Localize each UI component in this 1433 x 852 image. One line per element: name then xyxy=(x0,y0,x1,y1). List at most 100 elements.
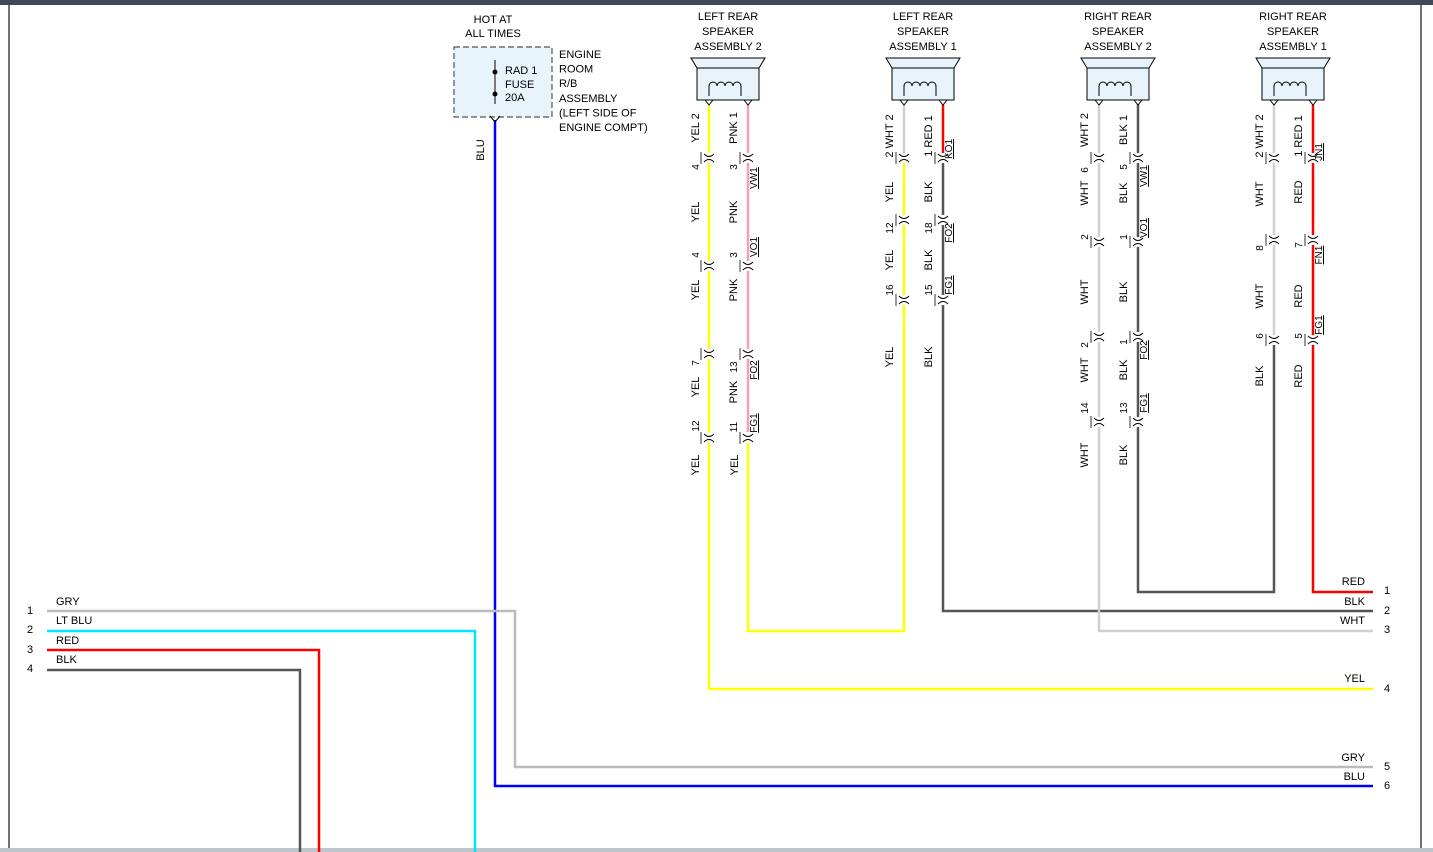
wire-color-label: PNK xyxy=(728,200,740,223)
fuse-block: HOT AT ALL TIMES RAD 1 FUSE 20A ENGINE RO… xyxy=(453,14,648,161)
wiring-diagram: HOT AT ALL TIMES RAD 1 FUSE 20A ENGINE RO… xyxy=(0,0,1433,852)
connector-break xyxy=(1093,237,1105,247)
connector-break xyxy=(1093,153,1105,163)
speaker-name-line: SPEAKER xyxy=(897,26,949,38)
wire-color-label: BLK xyxy=(923,346,935,367)
connector-break xyxy=(1307,235,1319,245)
wire-color-label: WHT xyxy=(1079,357,1091,382)
pin-number: 7 xyxy=(1294,242,1305,248)
wire-color-label: 2 WHT 2 xyxy=(884,114,896,157)
connector-break xyxy=(1132,417,1144,427)
fuse-wire-color: BLU xyxy=(475,139,487,160)
right-wire-label-4: YEL xyxy=(1344,673,1365,685)
pin-number: 15 xyxy=(924,284,935,296)
pin-number: 14 xyxy=(1080,402,1091,414)
speaker-terminal xyxy=(704,99,714,106)
pin-number: 11 xyxy=(729,421,740,432)
connector-break xyxy=(1268,153,1280,163)
pin-number: 2 xyxy=(1080,234,1091,240)
pin-number: 12 xyxy=(691,420,702,432)
connector-break xyxy=(1268,235,1280,245)
wire-color-label: BLK xyxy=(1118,444,1130,465)
wire-color-label: WHT xyxy=(1079,442,1091,467)
fuse-terminal-top xyxy=(492,69,498,75)
connector-id: KO1 xyxy=(944,139,955,159)
left-wire-label-1: GRY xyxy=(56,596,80,608)
connector-break xyxy=(1268,335,1280,345)
pin-number: 13 xyxy=(1119,402,1130,414)
bottom-border xyxy=(0,848,1433,852)
right-wire-label-3: WHT xyxy=(1340,615,1365,627)
speaker-name-line: ASSEMBLY 1 xyxy=(889,41,956,53)
wires xyxy=(47,104,1373,852)
fuse-label-2: FUSE xyxy=(505,79,534,91)
fuse-assembly-line: ASSEMBLY xyxy=(559,93,618,105)
wire-color-label: WHT xyxy=(1254,283,1266,308)
wire-left-ltblu xyxy=(47,629,477,852)
wire-color-label: BLK xyxy=(1118,359,1130,380)
left-wire-label-3: RED xyxy=(56,635,79,647)
speaker-name-line: SPEAKER xyxy=(702,26,754,38)
wire-color-label: YEL xyxy=(729,455,741,476)
speaker-terminal xyxy=(1308,99,1318,106)
connector-break xyxy=(703,153,715,163)
wire-color-label: WHT xyxy=(1254,181,1266,206)
pin-number: 1 xyxy=(1119,234,1130,240)
speaker-cone xyxy=(690,57,766,69)
wire-color-label: PNK xyxy=(728,278,740,301)
pin-number: 5 xyxy=(1294,333,1305,339)
connector-break xyxy=(742,349,754,359)
right-pin-2: 2 xyxy=(1384,605,1390,617)
fuse-assembly-line: ROOM xyxy=(559,64,593,76)
speaker-name-line: RIGHT REAR xyxy=(1084,11,1152,23)
connector-break xyxy=(1132,153,1144,163)
fuse-header-1: HOT AT xyxy=(474,14,513,26)
connector-break xyxy=(898,295,910,305)
pin-number: 8 xyxy=(1255,245,1266,251)
wire-color-label: 1 RED 1 xyxy=(923,115,935,157)
left-pin-3: 3 xyxy=(27,644,33,656)
connector-id: FO2 xyxy=(749,360,760,380)
connector-break xyxy=(1093,332,1105,342)
connector-break xyxy=(1307,335,1319,345)
speaker-terminal xyxy=(743,99,753,106)
pin-number: 6 xyxy=(1255,333,1266,339)
right-wire-label-5: GRY xyxy=(1341,752,1365,764)
speaker-cone xyxy=(1255,57,1331,69)
pin-number: 6 xyxy=(1080,167,1091,173)
top-border xyxy=(0,0,1433,5)
left-pin-4: 4 xyxy=(27,663,33,675)
connector-break xyxy=(742,153,754,163)
pin-number: 13 xyxy=(729,361,740,373)
right-pin-3: 3 xyxy=(1384,624,1390,636)
wire-color-label: YEL xyxy=(690,455,702,476)
wire-color-label: PNK 1 xyxy=(728,112,740,144)
wire-color-label: YEL xyxy=(690,202,702,223)
connector-id: FG1 xyxy=(1139,393,1150,413)
pin-number: 7 xyxy=(691,360,702,366)
connector-break xyxy=(1093,417,1105,427)
speaker-name-line: LEFT REAR xyxy=(893,11,953,23)
wire-rr1-red xyxy=(1311,104,1373,594)
wire-color-label: YEL xyxy=(690,377,702,398)
speaker-terminal xyxy=(1269,99,1279,106)
connector-id: FO2 xyxy=(1139,340,1150,360)
fuse-header-2: ALL TIMES xyxy=(465,28,521,40)
connector-break xyxy=(703,349,715,359)
connector-id: VO1 xyxy=(749,237,760,257)
wire-left-red xyxy=(47,648,321,852)
connector-id: VO1 xyxy=(1139,218,1150,238)
left-pin-1: 1 xyxy=(27,605,33,617)
wire-left-blk xyxy=(47,668,302,852)
connector-break xyxy=(898,153,910,163)
wire-color-label: RED xyxy=(1293,364,1305,387)
speaker-cone xyxy=(1080,57,1156,69)
fuse-assembly-line: ENGINE xyxy=(559,49,601,61)
wire-color-label: 1 RED 1 xyxy=(1293,115,1305,157)
wire-color-label: PNK xyxy=(728,380,740,403)
connector-id: FG1 xyxy=(1314,315,1325,335)
fuse-label-3: 20A xyxy=(505,92,525,104)
speaker-terminal xyxy=(938,99,948,106)
wire-color-label: RED xyxy=(1293,284,1305,307)
connector-id: VW1 xyxy=(1139,165,1150,187)
